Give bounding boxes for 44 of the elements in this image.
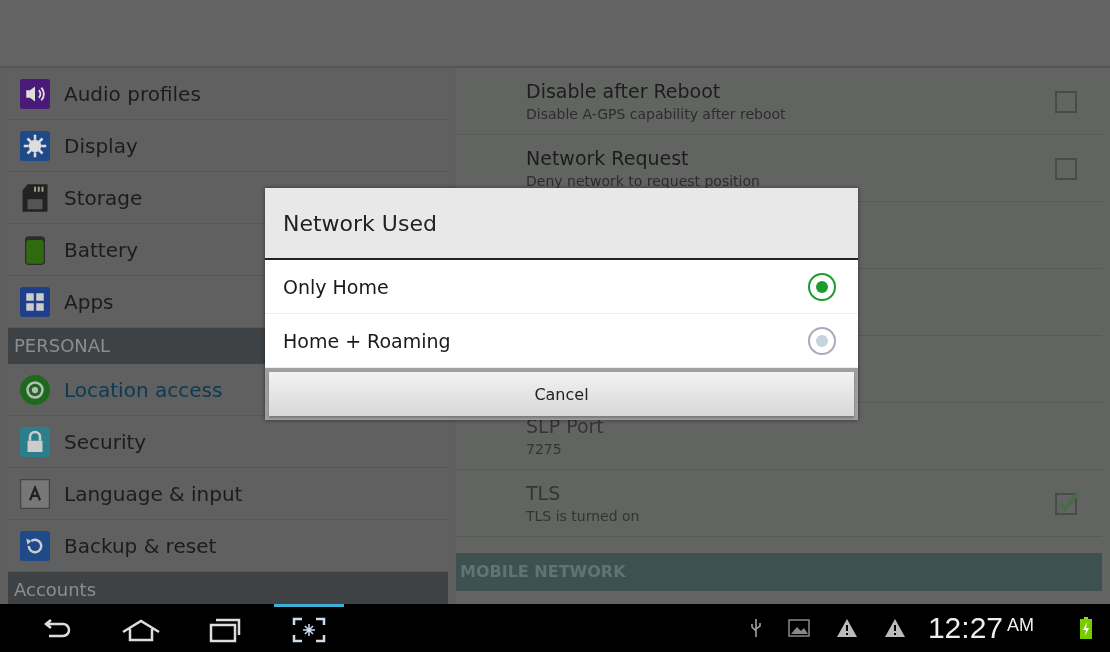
radio-button[interactable]: [806, 270, 838, 303]
speaker-icon: [20, 78, 50, 109]
sidebar-item[interactable]: Language & input: [8, 468, 448, 520]
sd-card-icon: [20, 182, 50, 213]
home-icon: [121, 617, 161, 642]
setting-title: Network Request: [526, 147, 690, 169]
cancel-button[interactable]: Cancel: [269, 372, 854, 416]
battery-charging-icon: [1080, 617, 1092, 639]
sidebar-label: Backup & reset: [64, 533, 217, 558]
sidebar-label: Location access: [64, 377, 223, 402]
option-label: Home + Roaming: [283, 329, 451, 352]
sidebar-label: Audio profiles: [64, 81, 201, 106]
location-target-icon: [20, 374, 50, 405]
sidebar-label: Display: [64, 133, 138, 158]
sidebar-label: Language & input: [64, 481, 243, 506]
usb-icon: [749, 618, 762, 638]
clock: 12:27: [927, 611, 1003, 645]
keyboard-letter-icon: [20, 478, 50, 509]
sidebar-label: Security: [64, 429, 147, 454]
section-header: Accounts: [8, 572, 448, 604]
screen-capture-icon: [292, 616, 326, 643]
checkbox[interactable]: [1054, 88, 1080, 114]
restore-icon: [20, 530, 50, 561]
sidebar-label: Battery: [64, 237, 139, 262]
image-icon: [787, 618, 810, 638]
clock-period: AM: [1007, 615, 1034, 637]
sidebar-label: Storage: [64, 185, 143, 210]
setting-title: Disable after Reboot: [526, 80, 722, 102]
radio-button[interactable]: [806, 324, 838, 357]
warning-icon: [835, 618, 858, 638]
dialog-title: Network Used: [265, 188, 858, 260]
option-label: Only Home: [283, 275, 389, 298]
lock-icon: [20, 426, 50, 457]
checkbox[interactable]: [1054, 155, 1080, 181]
warning-icon: [883, 618, 906, 638]
recent-apps-icon: [208, 616, 242, 643]
sidebar-item[interactable]: Display: [8, 120, 448, 172]
radio-option[interactable]: Only Home: [265, 260, 858, 314]
sidebar-item[interactable]: Audio profiles: [8, 68, 448, 120]
apps-grid-icon: [20, 286, 50, 317]
setting-summary: Deny network to request position: [526, 173, 761, 189]
sun-icon: [20, 130, 50, 161]
setting-summary: Disable A-GPS capability after reboot: [526, 106, 787, 122]
sidebar-label: Apps: [64, 289, 114, 314]
